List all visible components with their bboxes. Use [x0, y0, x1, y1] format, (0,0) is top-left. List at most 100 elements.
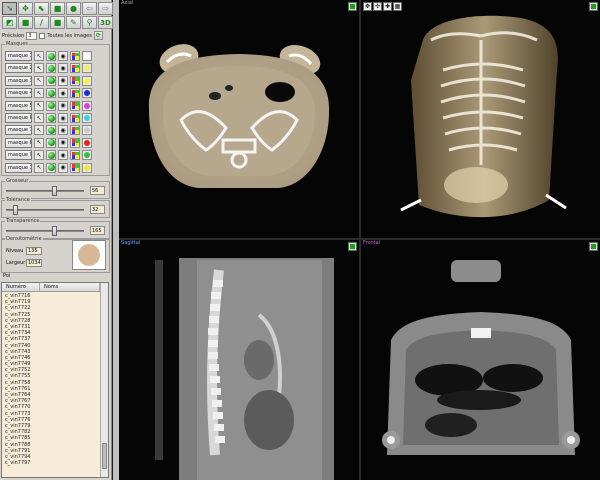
mask-visibility-icon[interactable] [46, 113, 56, 123]
mask-settings-icon[interactable]: ◉ [58, 150, 68, 161]
square-arrow-icon[interactable]: ⬉ [34, 2, 49, 15]
pan-icon[interactable]: ✣ [373, 2, 382, 11]
mask-palette-icon[interactable] [70, 113, 80, 123]
mask-color-swatch[interactable] [82, 51, 92, 61]
mask-tool-icon[interactable]: ↖ [34, 63, 44, 74]
mask-tool-icon[interactable]: ↖ [34, 125, 44, 136]
mask-settings-icon[interactable]: ◉ [58, 125, 68, 136]
brush-icon[interactable]: ∕ [34, 16, 49, 29]
transparency-value[interactable]: 165 [90, 226, 105, 235]
coronal-maximize-button[interactable] [589, 242, 598, 251]
poi-list[interactable]: Numéro Noms c_vin7716 c_vin7719 c_vin7722 c… [1, 282, 109, 478]
mask-palette-icon[interactable] [70, 75, 80, 86]
mask-select-button[interactable]: masque 5 [5, 100, 32, 111]
mask-palette-icon[interactable] [70, 125, 80, 136]
poi-scrollbar[interactable] [100, 283, 108, 477]
arrow-icon[interactable]: ↘ [2, 2, 17, 15]
transparency-slider[interactable] [51, 226, 57, 236]
mask-color-swatch[interactable] [82, 75, 92, 86]
square-icon[interactable]: ■ [50, 2, 65, 15]
mask-settings-icon[interactable]: ◉ [58, 88, 68, 99]
mask-color-swatch[interactable] [82, 150, 92, 161]
poi-col-name[interactable]: Noms [40, 283, 100, 291]
thickness-value[interactable]: 56 [90, 186, 105, 195]
mask-visibility-icon[interactable] [46, 137, 56, 148]
mask-visibility-icon[interactable] [46, 63, 56, 74]
pin-icon[interactable]: ⚲ [82, 16, 97, 29]
volume-3d-viewer[interactable]: ✥ ✣ ✚ ▦ [361, 0, 600, 238]
mask-color-swatch[interactable] [82, 125, 92, 136]
mask-select-button[interactable]: masque 7 [5, 125, 32, 136]
sagittal-viewer[interactable]: Sagittal [119, 240, 359, 480]
thickness-track[interactable] [6, 190, 84, 192]
tolerance-slider[interactable] [13, 205, 19, 215]
level-value[interactable]: 135 [26, 247, 42, 255]
mask-tool-icon[interactable]: ↖ [34, 88, 44, 99]
mask-palette-icon[interactable] [70, 88, 80, 99]
tools-icon[interactable]: ✥ [18, 2, 33, 15]
mask-tool-icon[interactable]: ↖ [34, 150, 44, 161]
transparency-track[interactable] [6, 230, 84, 232]
precision-input[interactable]: 3 [26, 31, 38, 40]
mask-visibility-icon[interactable] [46, 100, 56, 111]
mask-select-button[interactable]: masque 8 [5, 137, 32, 148]
refresh-icon[interactable]: ⟳ [93, 31, 103, 40]
back-arrow-icon[interactable]: ⇦ [82, 2, 97, 15]
mask-palette-icon[interactable] [70, 137, 80, 148]
mask-color-swatch[interactable] [82, 137, 92, 148]
mask-select-button[interactable]: masque 1 [5, 51, 32, 61]
forward-arrow-icon[interactable]: ⇨ [98, 2, 113, 15]
mask-settings-icon[interactable]: ◉ [58, 63, 68, 74]
view-options-icon[interactable]: ▦ [393, 2, 402, 11]
mask-palette-icon[interactable] [70, 150, 80, 161]
cube-icon[interactable]: ■ [18, 16, 33, 29]
coronal-viewer[interactable]: Frontal [361, 240, 600, 480]
mask-visibility-icon[interactable] [46, 162, 56, 173]
mask-settings-icon[interactable]: ◉ [58, 137, 68, 148]
mask-tool-icon[interactable]: ↖ [34, 51, 44, 61]
mask-palette-icon[interactable] [70, 100, 80, 111]
zoom-icon[interactable]: ✚ [383, 2, 392, 11]
mask-select-button[interactable]: masque 9 [5, 150, 32, 161]
pencil-icon[interactable]: ✎ [66, 16, 81, 29]
mask-palette-icon[interactable] [70, 63, 80, 74]
mask-color-swatch[interactable] [82, 63, 92, 74]
all-images-checkbox[interactable] [39, 32, 46, 39]
mask-settings-icon[interactable]: ◉ [58, 100, 68, 111]
volume-maximize-button[interactable] [589, 2, 598, 11]
mask-visibility-icon[interactable] [46, 88, 56, 99]
mask-select-button[interactable]: masque 2 [5, 63, 32, 74]
paint-bucket-icon[interactable]: ◩ [2, 16, 17, 29]
mask-palette-icon[interactable] [70, 51, 80, 61]
mask-select-button[interactable]: masque 4 [5, 88, 32, 99]
mask-tool-icon[interactable]: ↖ [34, 137, 44, 148]
mask-palette-icon[interactable] [70, 162, 80, 173]
circle-icon[interactable]: ● [66, 2, 81, 15]
mask-settings-icon[interactable]: ◉ [58, 113, 68, 123]
mask-select-button[interactable]: masque 6 [5, 113, 32, 123]
mask-tool-icon[interactable]: ↖ [34, 162, 44, 173]
poi-col-number[interactable]: Numéro [2, 283, 40, 291]
axial-viewer[interactable]: Axial [119, 0, 359, 238]
rotate-icon[interactable]: ✥ [363, 2, 372, 11]
thickness-slider[interactable] [51, 186, 57, 196]
mask-tool-icon[interactable]: ↖ [34, 113, 44, 123]
3d-render-button[interactable]: 3D [98, 16, 113, 29]
mask-color-swatch[interactable] [82, 113, 92, 123]
mask-visibility-icon[interactable] [46, 150, 56, 161]
mask-tool-icon[interactable]: ↖ [34, 100, 44, 111]
poi-list-item[interactable]: c_vin7797 [5, 460, 97, 466]
mask-color-swatch[interactable] [82, 162, 92, 173]
sagittal-maximize-button[interactable] [348, 242, 357, 251]
axial-maximize-button[interactable] [348, 2, 357, 11]
green-square-icon[interactable]: ■ [50, 16, 65, 29]
mask-visibility-icon[interactable] [46, 51, 56, 61]
poi-scroll-thumb[interactable] [102, 443, 107, 469]
mask-color-swatch[interactable] [82, 88, 92, 99]
width-value[interactable]: 1034 [26, 259, 42, 267]
mask-select-button[interactable]: masque 1 [5, 162, 32, 173]
mask-visibility-icon[interactable] [46, 125, 56, 136]
mask-visibility-icon[interactable] [46, 75, 56, 86]
mask-settings-icon[interactable]: ◉ [58, 75, 68, 86]
mask-color-swatch[interactable] [82, 100, 92, 111]
